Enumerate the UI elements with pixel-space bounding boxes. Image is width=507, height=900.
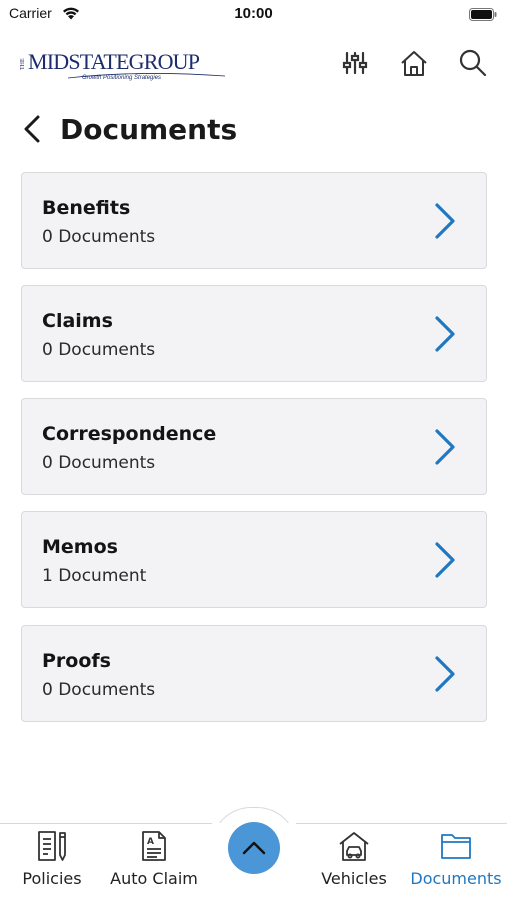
- battery-icon: [469, 6, 497, 25]
- app-header: THE MIDSTATEGROUP Growth Positioning Str…: [0, 40, 507, 86]
- nav-item-documents[interactable]: Documents: [408, 826, 504, 896]
- logo-wordmark: MIDSTATEGROUP: [28, 49, 200, 74]
- auto-claim-icon: A: [137, 826, 171, 866]
- document-card-claims[interactable]: Claims 0 Documents: [21, 285, 487, 382]
- chevron-right-icon: [435, 656, 455, 692]
- card-count: 0 Documents: [42, 453, 156, 473]
- logo-tagline: Growth Positioning Strategies: [82, 75, 161, 81]
- card-count: 0 Documents: [42, 340, 156, 360]
- search-icon[interactable]: [455, 45, 491, 81]
- document-card-benefits[interactable]: Benefits 0 Documents: [21, 172, 487, 269]
- nav-item-policies[interactable]: Policies: [18, 826, 86, 896]
- expand-menu-button[interactable]: [228, 822, 280, 874]
- page-title-row: Documents: [22, 108, 237, 150]
- home-icon[interactable]: [396, 45, 432, 81]
- chevron-right-icon: [435, 542, 455, 578]
- nav-label: Documents: [410, 869, 502, 888]
- card-title: Memos: [42, 536, 118, 558]
- card-title: Correspondence: [42, 423, 217, 445]
- page-title: Documents: [60, 112, 238, 146]
- screen: Carrier 10:00 THE MIDSTATEGROUP Growth P…: [0, 0, 507, 900]
- card-title: Proofs: [42, 650, 111, 672]
- logo-the: THE: [20, 58, 26, 70]
- svg-text:A: A: [147, 837, 154, 847]
- policy-doc-icon: [35, 826, 69, 866]
- card-count: 1 Document: [42, 566, 147, 586]
- document-card-memos[interactable]: Memos 1 Document: [21, 511, 487, 608]
- vehicle-garage-icon: [337, 826, 371, 866]
- document-card-proofs[interactable]: Proofs 0 Documents: [21, 625, 487, 722]
- nav-label: Policies: [22, 869, 82, 888]
- chevron-right-icon: [435, 203, 455, 239]
- card-count: 0 Documents: [42, 227, 156, 247]
- nav-item-auto-claim[interactable]: A Auto Claim: [108, 826, 200, 896]
- nav-label: Auto Claim: [110, 869, 198, 888]
- midstate-group-logo[interactable]: THE MIDSTATEGROUP Growth Positioning Str…: [20, 46, 240, 82]
- nav-item-vehicles[interactable]: Vehicles: [318, 826, 390, 896]
- back-chevron-icon[interactable]: [22, 111, 50, 147]
- document-card-correspondence[interactable]: Correspondence 0 Documents: [21, 398, 487, 495]
- chevron-right-icon: [435, 429, 455, 465]
- card-title: Claims: [42, 310, 113, 332]
- chevron-right-icon: [435, 316, 455, 352]
- nav-label: Vehicles: [321, 869, 387, 888]
- chevron-up-icon: [242, 841, 266, 855]
- clock: 10:00: [234, 5, 273, 22]
- status-bar: Carrier 10:00: [0, 0, 507, 30]
- card-count: 0 Documents: [42, 680, 156, 700]
- card-title: Benefits: [42, 197, 131, 219]
- folder-icon: [439, 826, 473, 866]
- sliders-icon[interactable]: [337, 45, 373, 81]
